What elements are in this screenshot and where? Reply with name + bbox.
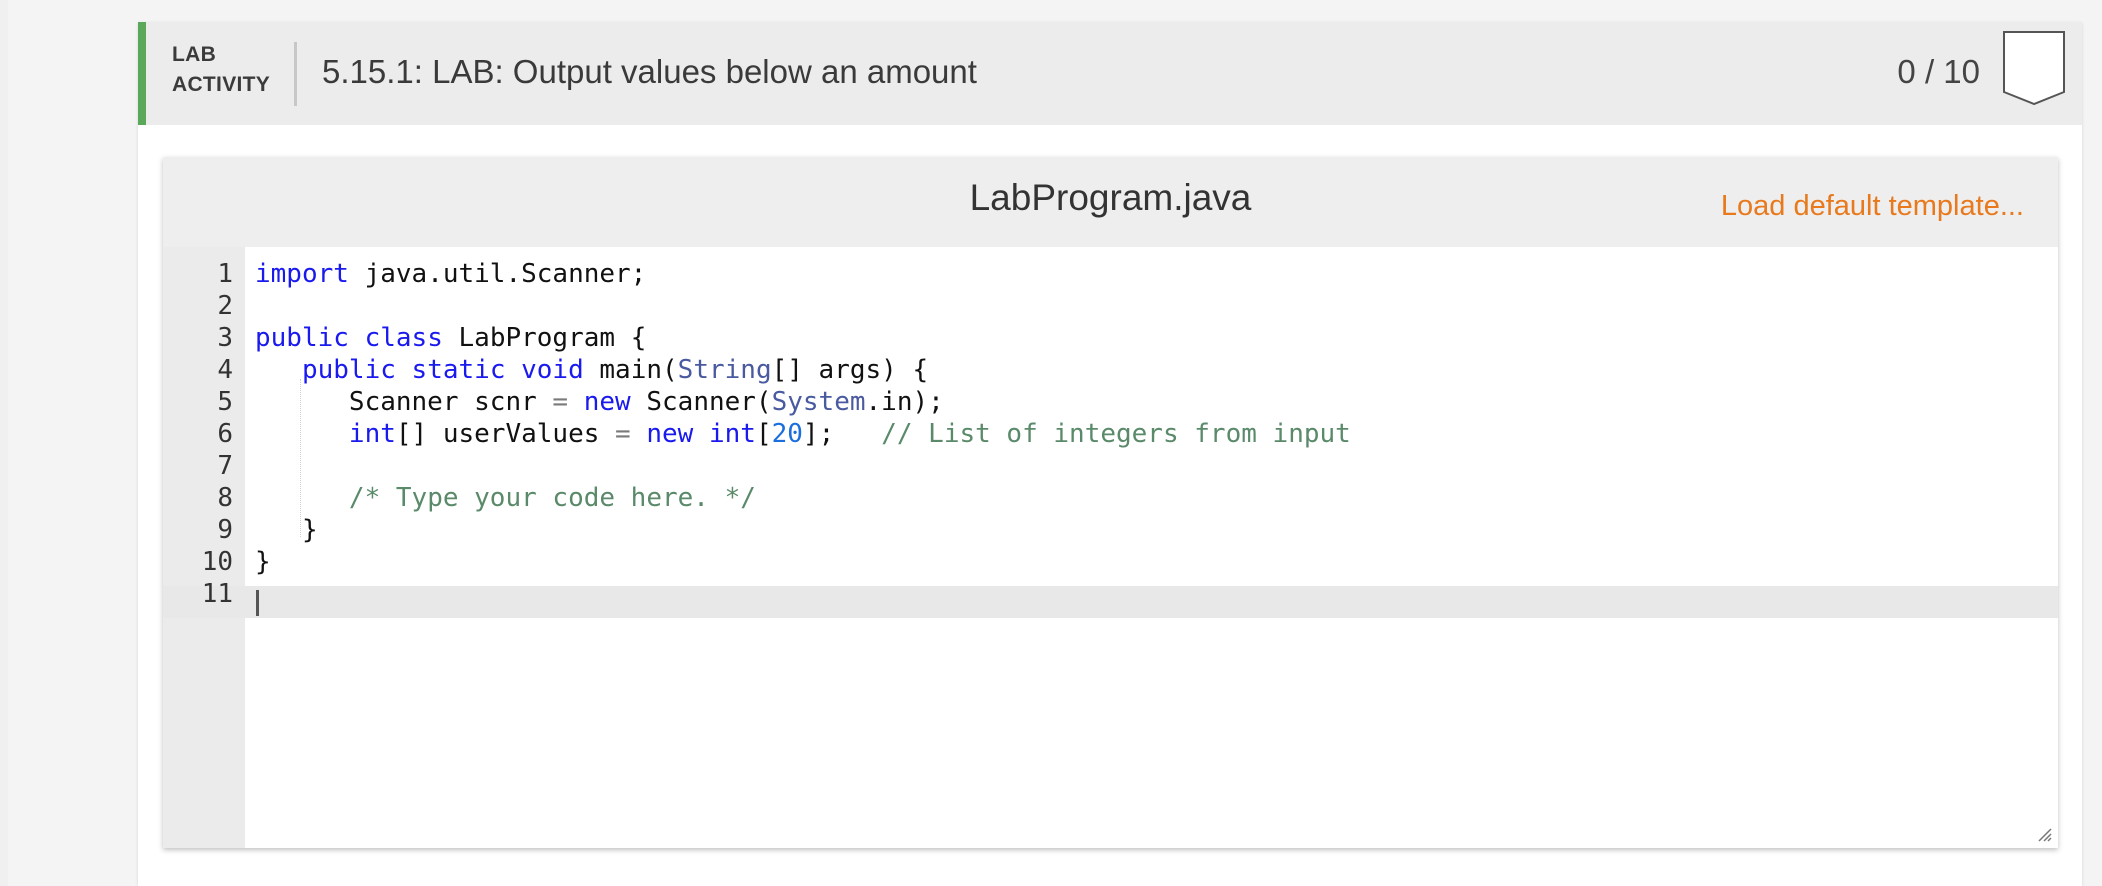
code-token: }	[255, 515, 318, 545]
line-code[interactable]: import java.util.Scanner;	[255, 258, 646, 290]
line-number: 7	[217, 451, 233, 481]
code-token: new	[583, 387, 631, 417]
resize-handle-icon[interactable]	[2036, 826, 2052, 842]
code-line[interactable]: 2	[163, 290, 2058, 322]
code-line[interactable]: 7	[163, 450, 2058, 482]
code-line[interactable]: 9 }	[163, 514, 2058, 546]
indent-guide	[300, 379, 301, 537]
code-token: int	[348, 419, 396, 449]
activity-type-line-1: LAB	[172, 43, 217, 66]
line-number: 5	[217, 387, 233, 417]
score-text: 0 / 10	[1897, 53, 1980, 90]
code-token: [] args) {	[771, 355, 929, 385]
load-default-template-link[interactable]: Load default template...	[1721, 187, 2024, 225]
line-number: 11	[201, 579, 233, 609]
header-divider	[294, 42, 297, 106]
code-token: [] userValues	[395, 419, 616, 449]
code-token: // List of integers from input	[881, 419, 1351, 449]
line-code[interactable]: Scanner scnr = new Scanner(System.in);	[255, 386, 944, 418]
code-token: 20	[771, 419, 803, 449]
code-line[interactable]: 5 Scanner scnr = new Scanner(System.in);	[163, 386, 2058, 418]
line-number: 2	[217, 291, 233, 321]
line-number: 3	[217, 323, 233, 353]
code-token: class	[364, 323, 443, 353]
code-line[interactable]: 3 public class LabProgram {	[163, 322, 2058, 354]
code-token: public	[255, 323, 349, 353]
code-line[interactable]: 11	[163, 578, 2058, 610]
line-code[interactable]: public static void main(String[] args) {	[255, 354, 928, 386]
code-token: System	[771, 387, 866, 417]
code-token: static	[411, 355, 506, 385]
line-code[interactable]: }	[255, 514, 318, 546]
line-number: 9	[217, 515, 233, 545]
code-token: String	[677, 355, 772, 385]
line-number: 1	[217, 259, 233, 289]
code-token: Scanner(	[630, 387, 772, 417]
code-token: public	[301, 355, 396, 385]
code-line[interactable]: 10}	[163, 546, 2058, 578]
code-editor-panel: LabProgram.java Load default template...…	[163, 157, 2058, 848]
code-line[interactable]: 1 import java.util.Scanner;	[163, 258, 2058, 290]
activity-title: 5.15.1: LAB: Output values below an amou…	[322, 53, 977, 90]
code-token: .in);	[865, 387, 944, 417]
code-line[interactable]: 6 int[] userValues = new int[20]; // Lis…	[163, 418, 2058, 450]
line-number: 10	[201, 547, 233, 577]
code-token: import	[255, 259, 349, 289]
code-token: [	[755, 419, 772, 449]
line-number: 4	[217, 355, 233, 385]
activity-type-label: LAB ACTIVITY	[172, 40, 282, 100]
activity-type-line-2: ACTIVITY	[172, 73, 271, 96]
line-code[interactable]: /* Type your code here. */	[255, 482, 756, 514]
line-code[interactable]: public class LabProgram {	[255, 322, 646, 354]
code-line[interactable]: 4 public static void main(String[] args)…	[163, 354, 2058, 386]
line-code[interactable]: }	[255, 546, 271, 578]
page-left-gutter	[0, 0, 8, 886]
code-token: void	[521, 355, 584, 385]
code-token: }	[255, 547, 271, 577]
line-code[interactable]: int[] userValues = new int[20]; // List …	[255, 418, 1351, 450]
code-token: =	[552, 387, 569, 417]
code-token: LabProgram {	[442, 323, 647, 353]
code-token: ];	[802, 419, 882, 449]
code-token: int	[708, 419, 756, 449]
text-cursor	[256, 590, 259, 616]
editor-header: LabProgram.java Load default template...	[163, 157, 2058, 247]
code-token: new	[646, 419, 694, 449]
line-number: 6	[217, 419, 233, 449]
code-line[interactable]: 8 /* Type your code here. */	[163, 482, 2058, 514]
code-token: =	[615, 419, 631, 449]
score-badge-icon	[2003, 31, 2065, 106]
line-number: 8	[217, 483, 233, 513]
activity-header: LAB ACTIVITY 5.15.1: LAB: Output values …	[138, 22, 2082, 125]
code-editor[interactable]: 1 import java.util.Scanner; 2 3 public class…	[163, 247, 2058, 848]
code-token: /* Type your code here. */	[348, 483, 756, 513]
code-token: main(	[583, 355, 678, 385]
code-token: java.util.Scanner;	[348, 259, 647, 289]
